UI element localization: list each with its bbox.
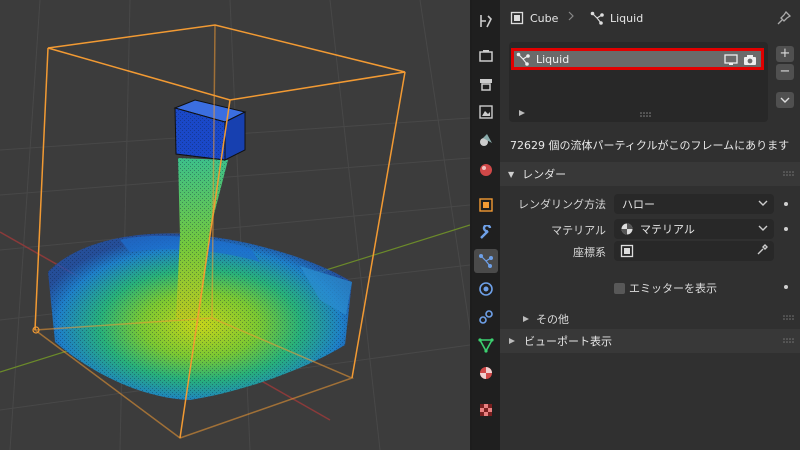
output-icon — [480, 79, 492, 91]
constraints-icon — [479, 310, 493, 324]
remove-particle-system-button[interactable]: − — [776, 64, 794, 80]
viewport-display-section-header[interactable]: ビューポート表示 — [500, 329, 800, 353]
view-layer-icon — [479, 105, 493, 119]
drag-grip-icon[interactable] — [782, 315, 796, 321]
chevron-down-icon — [758, 200, 768, 206]
list-specials-button[interactable] — [776, 92, 794, 108]
particles-tab[interactable] — [474, 249, 498, 273]
pin-icon — [777, 10, 792, 25]
particle-list-item-selected[interactable]: Liquid — [511, 48, 764, 70]
output-tab[interactable] — [474, 72, 498, 96]
render-tab[interactable] — [474, 44, 498, 68]
constraints-tab[interactable] — [474, 305, 498, 329]
render-section-header[interactable]: ▼ レンダー — [500, 162, 800, 186]
data-tab[interactable] — [474, 333, 498, 357]
scene-icon — [480, 134, 492, 146]
physics-icon — [479, 282, 493, 296]
viewport-scene[interactable] — [0, 0, 470, 450]
particle-list-item-label: Liquid — [536, 52, 570, 66]
chevron-right-icon — [568, 11, 574, 21]
drag-grip-icon[interactable] — [782, 338, 796, 344]
properties-header: Cube Liquid — [500, 0, 800, 36]
world-tab[interactable] — [474, 158, 498, 182]
breadcrumb-particle-system: Liquid — [590, 11, 643, 25]
breadcrumb-object: Cube — [510, 11, 558, 25]
view-layer-tab[interactable] — [474, 100, 498, 124]
animate-property-dot[interactable] — [784, 285, 788, 289]
collapsed-triangle-icon — [523, 316, 529, 322]
animate-property-dot[interactable] — [784, 227, 788, 231]
expanded-triangle-icon: ▼ — [508, 169, 515, 179]
3d-viewport[interactable] — [0, 0, 470, 450]
texture-icon — [480, 404, 492, 416]
collapsed-triangle-icon — [509, 338, 515, 344]
material-label: マテリアル — [551, 224, 606, 237]
modifier-tab[interactable] — [474, 221, 498, 245]
show-emitter-label: エミッターを表示 — [629, 282, 717, 295]
coordinate-object-field[interactable] — [614, 241, 774, 261]
render-as-label: レンダリング方法 — [518, 198, 606, 211]
render-as-dropdown[interactable]: ハロー — [614, 194, 774, 214]
material-icon — [480, 367, 492, 379]
coordinate-label: 座標系 — [573, 246, 606, 259]
particles-icon — [516, 52, 530, 66]
material-tab[interactable] — [474, 361, 498, 385]
render-section-title: レンダー — [522, 168, 567, 181]
object-icon — [479, 198, 493, 212]
animate-property-dot[interactable] — [784, 202, 788, 206]
properties-panel: Cube Liquid Liquid + − 72629 個の流体パーティクルが… — [500, 0, 800, 450]
expand-triangle-icon[interactable] — [518, 109, 526, 117]
particle-count-info: 72629 個の流体パーティクルがこのフレームにあります — [510, 139, 790, 152]
extra-subpanel-header[interactable]: その他 — [522, 311, 569, 327]
physics-tab[interactable] — [474, 277, 498, 301]
render-icon — [479, 50, 493, 62]
viewport-display-section-title: ビューポート表示 — [524, 335, 612, 348]
render-section-body: レンダリング方法 ハロー マテリアル マテリアル 座標系 エミッターを表示 その… — [500, 186, 800, 328]
drag-grip-icon[interactable] — [782, 171, 796, 177]
wrench-icon — [480, 225, 492, 239]
resize-grip-icon[interactable] — [639, 112, 653, 118]
add-particle-system-button[interactable]: + — [776, 46, 794, 62]
emitter-cube[interactable] — [173, 99, 247, 161]
material-value: マテリアル — [640, 223, 695, 236]
breadcrumb-separator — [568, 11, 574, 21]
render-as-value: ハロー — [622, 198, 655, 211]
object-tab[interactable] — [474, 193, 498, 217]
monitor-icon[interactable] — [724, 54, 738, 66]
tool-tab[interactable] — [474, 9, 498, 33]
mesh-data-icon — [478, 338, 494, 353]
texture-tab[interactable] — [474, 398, 498, 422]
world-icon — [480, 164, 492, 176]
particles-icon — [479, 254, 493, 268]
checkbox-unchecked[interactable] — [614, 282, 625, 294]
scene-tab[interactable] — [474, 128, 498, 152]
pin-button[interactable] — [776, 10, 792, 29]
eyedropper-icon[interactable] — [756, 244, 768, 256]
particles-icon — [590, 11, 604, 25]
tool-icon — [480, 15, 492, 28]
chevron-down-icon — [758, 225, 768, 231]
object-icon — [620, 244, 634, 258]
show-emitter-checkbox[interactable]: エミッターを表示 — [614, 280, 717, 296]
object-icon — [510, 11, 524, 25]
object-name: Cube — [530, 11, 559, 25]
material-dropdown[interactable]: マテリアル — [614, 219, 774, 239]
material-icon — [621, 223, 633, 235]
extra-subpanel-title: その他 — [536, 313, 569, 326]
chevron-down-icon — [780, 97, 790, 103]
camera-icon[interactable] — [743, 54, 757, 66]
particle-system-name: Liquid — [610, 11, 644, 25]
